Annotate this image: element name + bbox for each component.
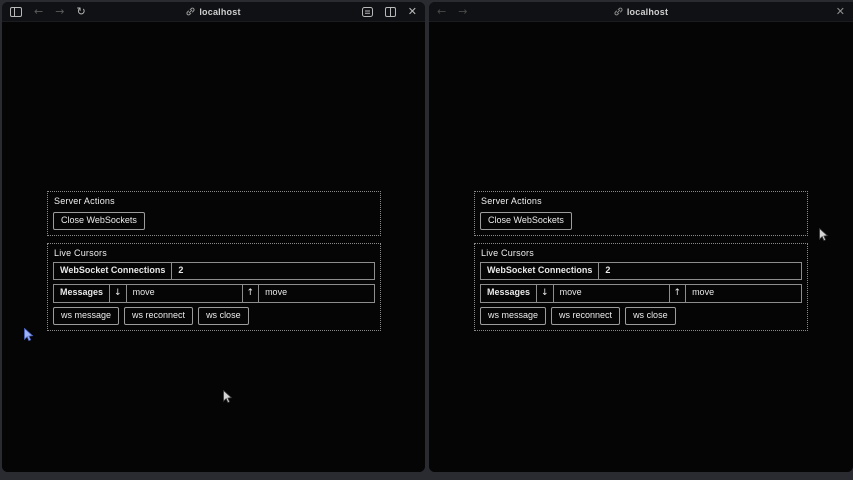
ws-message-button[interactable]: ws message xyxy=(53,307,119,325)
server-actions-title: Server Actions xyxy=(53,195,375,210)
live-cursors-title: Live Cursors xyxy=(480,247,802,262)
messages-row: Messages ↓ move ↑ move xyxy=(53,284,375,303)
up-arrow-icon: ↑ xyxy=(669,284,687,303)
url-text: localhost xyxy=(627,7,668,17)
live-cursors-title: Live Cursors xyxy=(53,247,375,262)
server-actions-panel: Server Actions Close WebSockets xyxy=(474,191,808,236)
messages-label: Messages xyxy=(480,284,537,303)
mouse-cursor-left-window xyxy=(222,390,233,409)
messages-row: Messages ↓ move ↑ move xyxy=(480,284,802,303)
titlebar-right-actions: ✕ xyxy=(836,6,845,17)
desktop: ← → ↻ localhost ✕ xyxy=(0,0,853,480)
close-websockets-button[interactable]: Close WebSockets xyxy=(480,212,572,230)
ws-buttons-row: ws message ws reconnect ws close xyxy=(480,307,802,325)
close-icon[interactable]: ✕ xyxy=(408,6,417,17)
live-cursors-panel: Live Cursors WebSocket Connections 2 Mes… xyxy=(47,243,381,331)
connections-value: 2 xyxy=(598,262,802,281)
outgoing-message-value: move xyxy=(685,284,802,303)
forward-icon[interactable]: → xyxy=(458,6,467,17)
close-websockets-button[interactable]: Close WebSockets xyxy=(53,212,145,230)
server-actions-title: Server Actions xyxy=(480,195,802,210)
connections-label: WebSocket Connections xyxy=(480,262,599,281)
titlebar-left-nav: ← → ↻ xyxy=(10,6,86,17)
ws-message-button[interactable]: ws message xyxy=(480,307,546,325)
ws-buttons-row: ws message ws reconnect ws close xyxy=(53,307,375,325)
connections-label: WebSocket Connections xyxy=(53,262,172,281)
page-content-left: Server Actions Close WebSockets Live Cur… xyxy=(2,23,425,472)
back-icon[interactable]: ← xyxy=(437,6,446,17)
titlebar-left-actions: ✕ xyxy=(362,6,417,17)
titlebar-right: ← → localhost ✕ xyxy=(429,2,853,22)
titlebar-left: ← → ↻ localhost ✕ xyxy=(2,2,425,22)
remote-cursor-blue xyxy=(23,328,34,347)
connections-row: WebSocket Connections 2 xyxy=(480,262,802,281)
outgoing-message-value: move xyxy=(258,284,375,303)
titlebar-right-nav: ← → xyxy=(437,6,467,17)
ws-reconnect-button[interactable]: ws reconnect xyxy=(124,307,193,325)
sidebar-toggle-icon[interactable] xyxy=(10,7,22,17)
incoming-message-value: move xyxy=(126,284,243,303)
url-text: localhost xyxy=(199,7,240,17)
live-cursors-panel: Live Cursors WebSocket Connections 2 Mes… xyxy=(474,243,808,331)
back-icon[interactable]: ← xyxy=(34,6,43,17)
down-arrow-icon: ↓ xyxy=(109,284,127,303)
ws-close-button[interactable]: ws close xyxy=(625,307,676,325)
link-icon xyxy=(186,7,195,16)
up-arrow-icon: ↑ xyxy=(242,284,260,303)
connections-row: WebSocket Connections 2 xyxy=(53,262,375,281)
ws-reconnect-button[interactable]: ws reconnect xyxy=(551,307,620,325)
server-actions-panel: Server Actions Close WebSockets xyxy=(47,191,381,236)
down-arrow-icon: ↓ xyxy=(536,284,554,303)
browser-window-left: ← → ↻ localhost ✕ xyxy=(2,2,425,472)
reload-icon[interactable]: ↻ xyxy=(76,6,85,17)
page-content-right: Server Actions Close WebSockets Live Cur… xyxy=(429,23,853,472)
messages-label: Messages xyxy=(53,284,110,303)
ws-close-button[interactable]: ws close xyxy=(198,307,249,325)
close-icon[interactable]: ✕ xyxy=(836,6,845,17)
link-icon xyxy=(614,7,623,16)
browser-window-right: ← → localhost ✕ Server Actions Close Web… xyxy=(429,2,853,472)
address-bar[interactable]: localhost xyxy=(429,2,853,21)
split-view-icon[interactable] xyxy=(385,7,396,17)
reader-list-icon[interactable] xyxy=(362,7,373,17)
connections-value: 2 xyxy=(171,262,375,281)
forward-icon[interactable]: → xyxy=(55,6,64,17)
remote-cursor-right-window xyxy=(818,228,829,247)
incoming-message-value: move xyxy=(553,284,670,303)
